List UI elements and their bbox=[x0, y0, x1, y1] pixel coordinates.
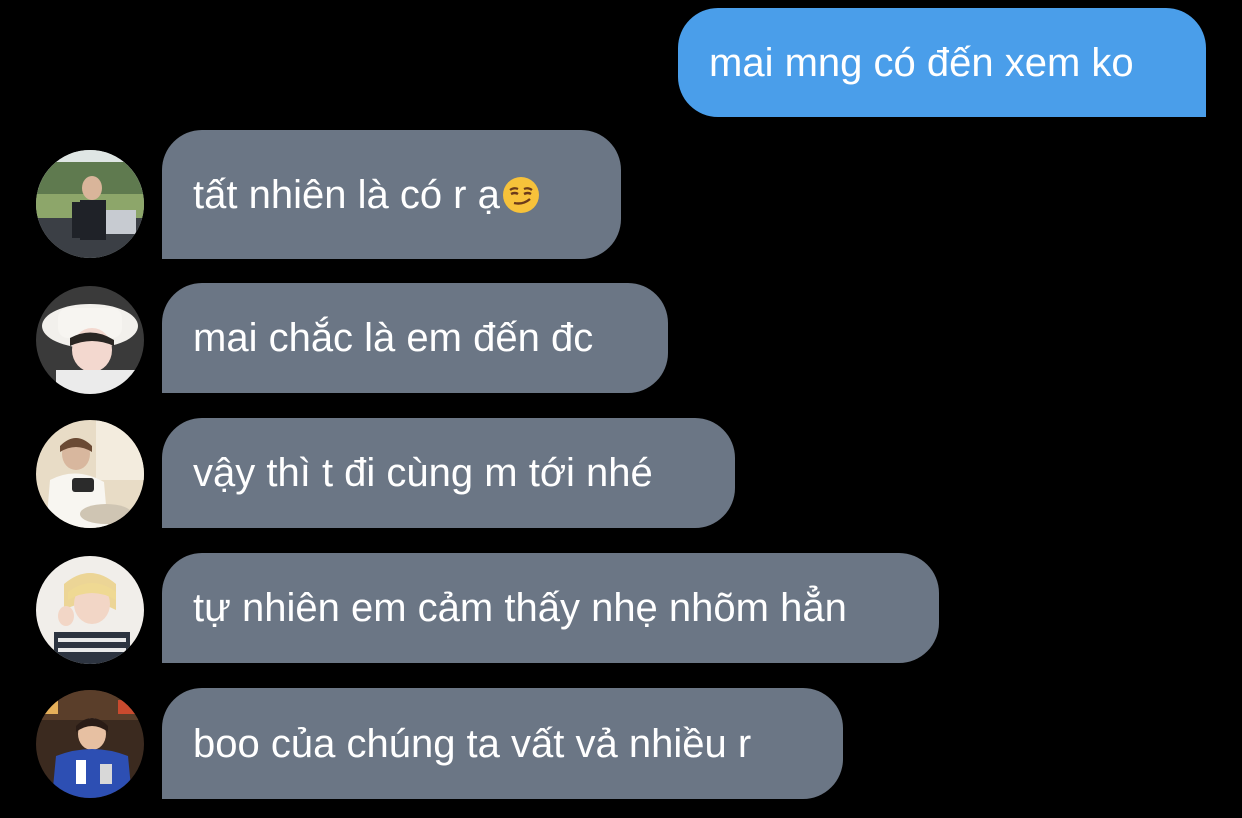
avatar-photo-icon bbox=[36, 420, 144, 528]
avatar-photo-icon bbox=[36, 690, 144, 798]
avatar-photo-icon bbox=[36, 556, 144, 664]
outgoing-message-bubble[interactable]: mai mng có đến xem ko bbox=[678, 8, 1206, 117]
avatar-photo-icon bbox=[36, 286, 144, 394]
avatar[interactable] bbox=[36, 690, 144, 798]
message-text: mai mng có đến xem ko bbox=[709, 40, 1134, 85]
message-text: mai chắc là em đến đc bbox=[193, 316, 594, 360]
message-text: vậy thì t đi cùng m tới nhé bbox=[193, 451, 653, 495]
avatar[interactable] bbox=[36, 150, 144, 258]
message-text: boo của chúng ta vất vả nhiều r bbox=[193, 721, 752, 766]
message-text: tất nhiên là có r ạ bbox=[193, 172, 500, 217]
avatar[interactable] bbox=[36, 420, 144, 528]
message-text: tự nhiên em cảm thấy nhẹ nhõm hẳn bbox=[193, 586, 847, 630]
avatar-photo-icon bbox=[36, 150, 144, 258]
avatar[interactable] bbox=[36, 556, 144, 664]
smirking-face-icon bbox=[502, 176, 539, 213]
incoming-message-bubble[interactable]: mai chắc là em đến đc bbox=[162, 283, 668, 393]
incoming-message-bubble[interactable]: boo của chúng ta vất vả nhiều r bbox=[162, 688, 843, 799]
incoming-message-bubble[interactable]: vậy thì t đi cùng m tới nhé bbox=[162, 418, 735, 528]
incoming-message-bubble[interactable]: tự nhiên em cảm thấy nhẹ nhõm hẳn bbox=[162, 553, 939, 663]
incoming-message-bubble[interactable]: tất nhiên là có r ạ bbox=[162, 130, 621, 259]
avatar[interactable] bbox=[36, 286, 144, 394]
